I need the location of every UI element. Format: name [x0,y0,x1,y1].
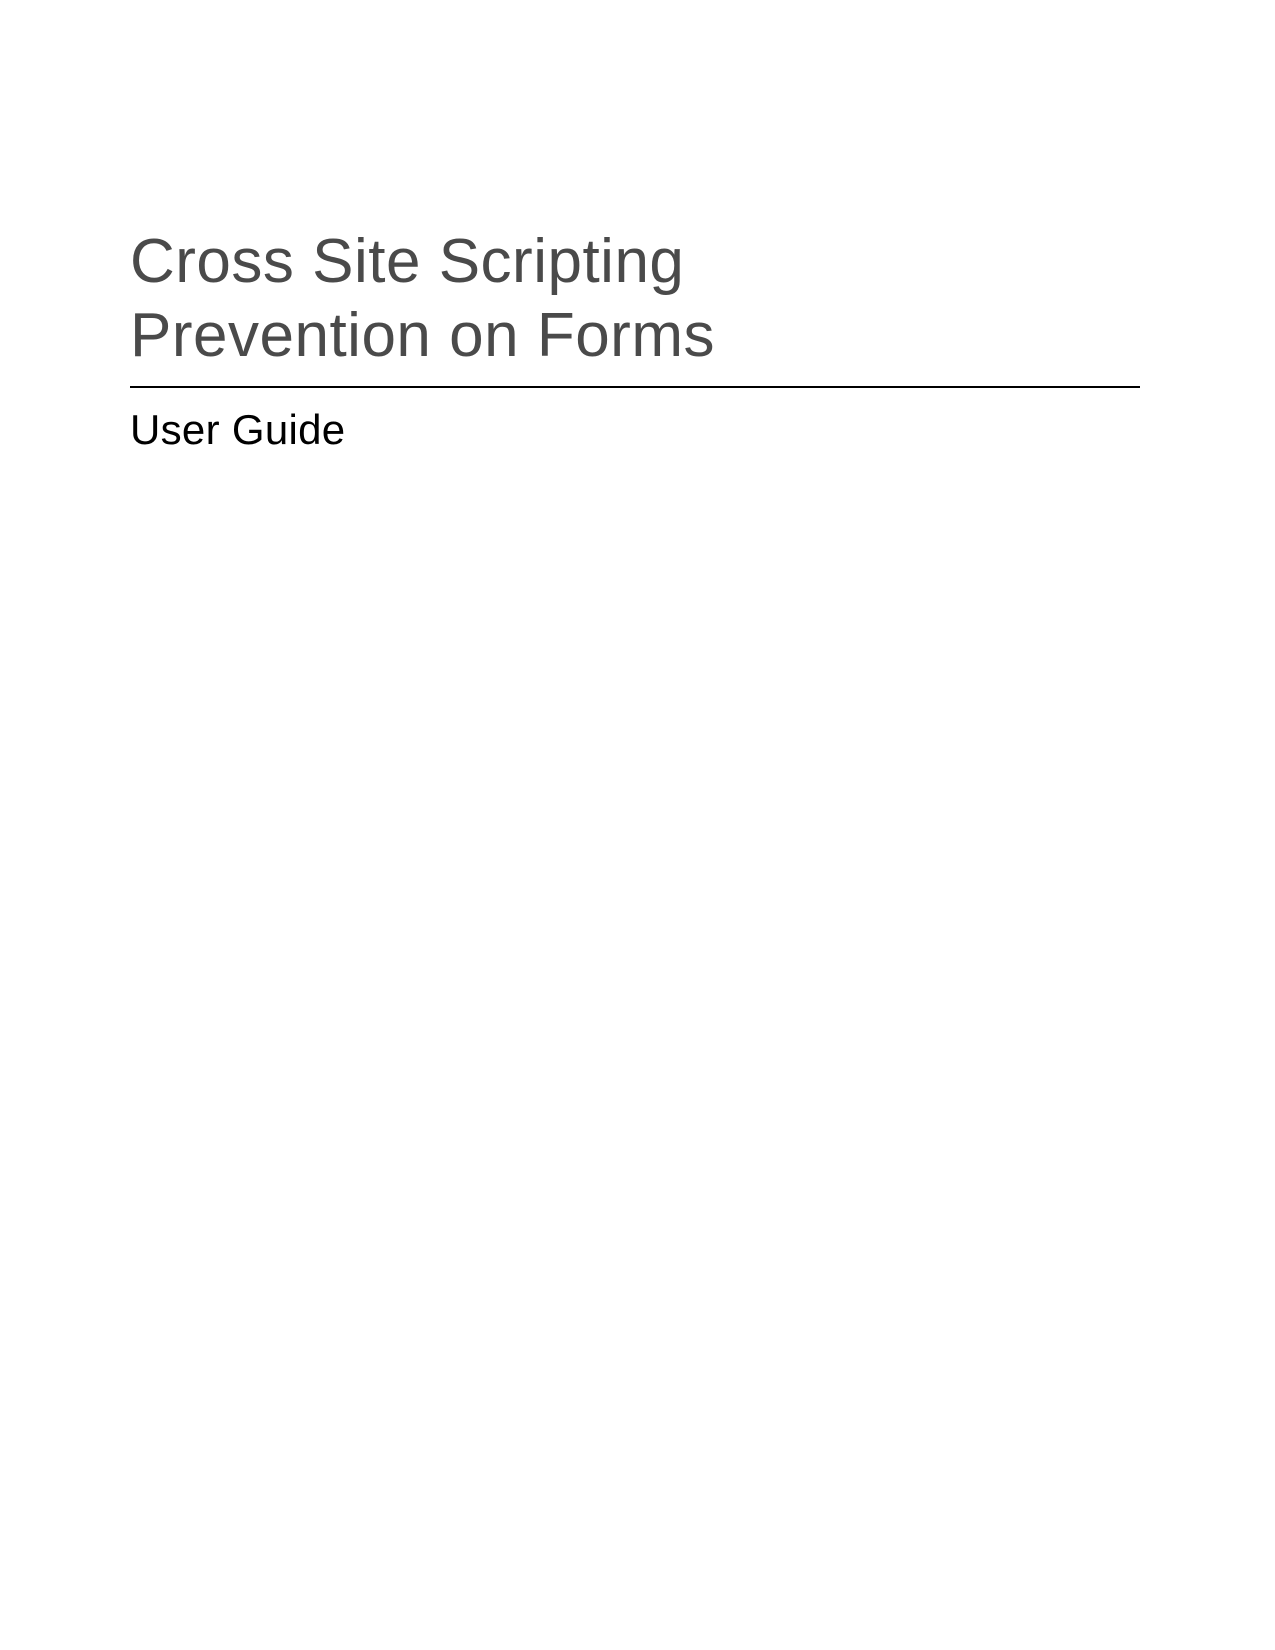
cover-page: Cross Site Scripting Prevention on Forms… [130,225,1140,454]
document-subtitle: User Guide [130,406,1140,454]
title-line-1: Cross Site Scripting [130,227,684,296]
title-divider [130,386,1140,388]
title-line-2: Prevention on Forms [130,301,715,370]
document-title: Cross Site Scripting Prevention on Forms [130,225,1140,374]
